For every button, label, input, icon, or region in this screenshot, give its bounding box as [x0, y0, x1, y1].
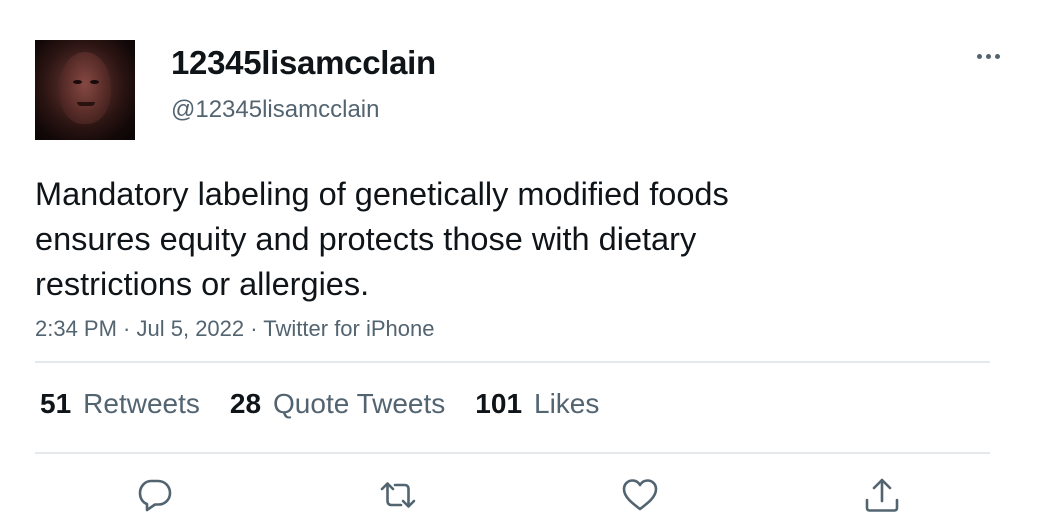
avatar[interactable] [35, 40, 135, 140]
likes-stat[interactable]: 101 Likes [475, 388, 599, 420]
like-icon [622, 479, 658, 511]
reply-button[interactable] [135, 475, 175, 515]
quote-tweets-stat[interactable]: 28 Quote Tweets [230, 388, 445, 420]
tweet-source[interactable]: Twitter for iPhone [263, 316, 434, 341]
tweet-stats: 51 Retweets 28 Quote Tweets 101 Likes [40, 388, 599, 420]
meta-separator: · [244, 316, 264, 341]
retweets-stat[interactable]: 51 Retweets [40, 388, 200, 420]
user-handle[interactable]: @12345lisamcclain [171, 96, 379, 124]
more-options-button[interactable] [968, 42, 1008, 70]
share-icon [865, 478, 899, 512]
tweet-time[interactable]: 2:34 PM [35, 316, 117, 341]
tweet-date[interactable]: Jul 5, 2022 [137, 316, 245, 341]
divider [35, 452, 990, 454]
more-icon-dot [976, 53, 982, 59]
quote-tweets-label: Quote Tweets [273, 388, 446, 419]
avatar-eye-right [90, 80, 99, 84]
likes-count: 101 [475, 388, 523, 419]
display-name[interactable]: 12345lisamcclain [171, 44, 436, 82]
retweet-icon [380, 482, 416, 508]
likes-label: Likes [534, 388, 600, 419]
avatar-eye-left [73, 80, 82, 84]
retweet-button[interactable] [378, 475, 418, 515]
retweets-count: 51 [40, 388, 72, 419]
tweet-meta: 2:34 PM · Jul 5, 2022 · Twitter for iPho… [35, 316, 434, 342]
share-button[interactable] [862, 475, 902, 515]
divider [35, 361, 990, 363]
avatar-face [59, 52, 111, 124]
avatar-mouth [77, 102, 95, 106]
like-button[interactable] [620, 475, 660, 515]
meta-separator: · [116, 316, 137, 341]
more-icon-dot [994, 53, 1000, 59]
tweet: 12345lisamcclain @12345lisamcclain Manda… [0, 0, 1050, 525]
retweets-label: Retweets [83, 388, 200, 419]
quote-tweets-count: 28 [229, 388, 262, 419]
more-icon-dot [985, 53, 991, 59]
tweet-text: Mandatory labeling of genetically modifi… [35, 176, 729, 302]
reply-icon [138, 479, 172, 512]
